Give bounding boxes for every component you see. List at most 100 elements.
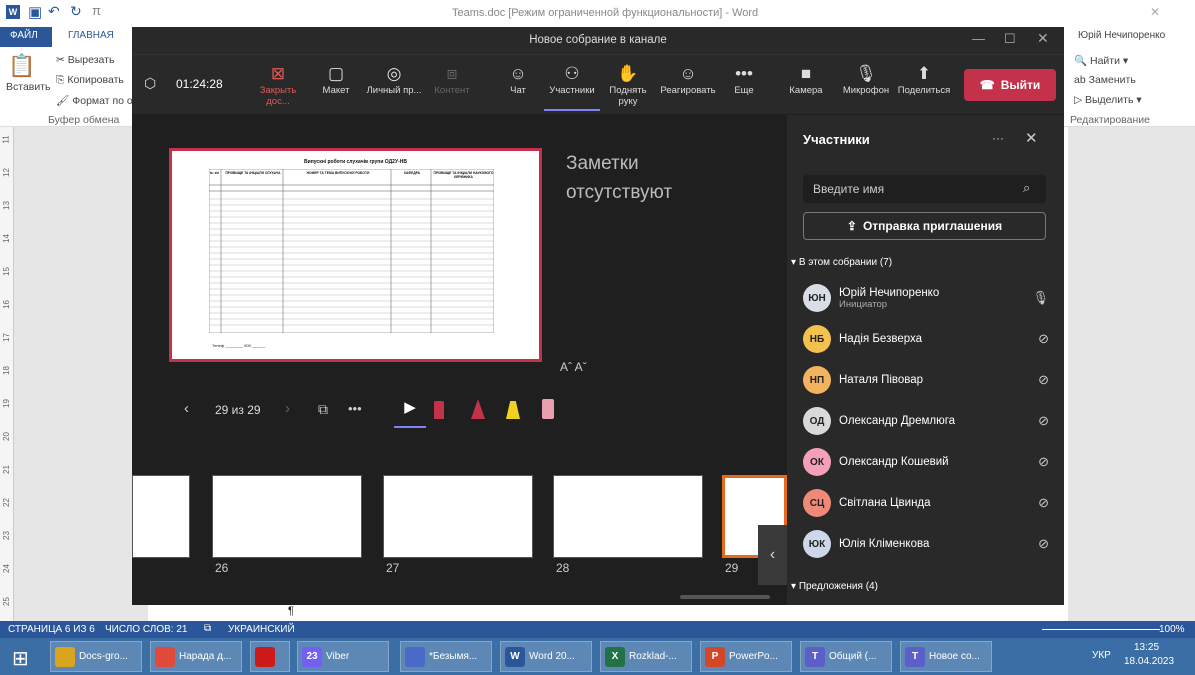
app-icon [155,646,175,667]
suggestions-header[interactable]: ▾ Предложения (4) [791,581,878,592]
save-icon[interactable]: ▣ [28,3,42,21]
taskbar-item[interactable]: W Word 20... [500,641,592,672]
toolbar-button-6[interactable]: ✋ Поднять руку [600,63,656,107]
clock-date[interactable]: 18.04.2023 [1124,656,1174,667]
slide-thumbnail[interactable] [383,475,533,558]
participant-row[interactable]: ЮН Юрій Нечипоренко Инициатор 🎙 [803,281,1053,315]
taskbar-label: Новое со... [929,651,980,662]
toolbar-button-3[interactable]: ⧈ Контент [424,63,480,96]
equation-icon[interactable]: π [92,3,101,18]
taskbar-item[interactable]: Docs-gro... [50,641,142,672]
paste-icon[interactable]: 📋 [8,53,35,79]
thumbnail-scrollbar[interactable] [680,595,770,599]
tab-file[interactable]: ФАЙЛ [10,30,38,41]
start-icon[interactable]: ⊞ [12,646,29,671]
app-icon [405,646,425,667]
toolbar-button-1[interactable]: ▢ Макет [308,63,364,96]
grid-view-icon[interactable]: ⧉ [318,401,328,418]
participant-row[interactable]: ОК Олександр Кошевий ⊘ [803,445,1053,479]
app-icon: W [505,646,525,667]
zoom-level[interactable]: 100% [1159,624,1185,635]
window-controls[interactable]: ✕ [1150,5,1160,19]
app-icon [55,646,75,667]
toolbar-button-5[interactable]: ⚇ Участники [544,63,600,111]
close-icon[interactable]: ✕ [1037,30,1049,47]
toolbar-button-2[interactable]: ◎ Личный пр... [366,63,422,96]
toolbar-label: Личный пр... [366,85,422,96]
highlighter-icon[interactable] [506,401,520,419]
cut-button[interactable]: ✂ Вырезать [56,54,114,66]
taskbar-item[interactable]: T Новое со... [900,641,992,672]
participant-row[interactable]: НБ Надія Безверха ⊘ [803,322,1053,356]
replace-button[interactable]: ab Заменить [1074,74,1136,86]
leave-button[interactable]: ☎ Выйти [964,69,1056,101]
search-input[interactable]: Введите имя ⌕ [803,175,1046,203]
participant-row[interactable]: ЮК Юлія Кліменкова ⊘ [803,527,1053,561]
proofing-icon[interactable]: ⧉ [204,623,211,634]
find-button[interactable]: 🔍 Найти ▾ [1074,54,1128,67]
toolbar-label: Макет [322,85,350,96]
pointer-tool-icon[interactable]: ▶ [394,398,426,428]
toolbar-button-9[interactable]: ■ Камера [778,63,834,96]
slide-thumbnail[interactable] [212,475,362,558]
zoom-slider[interactable] [1042,629,1160,630]
minimize-icon[interactable]: — [972,31,985,46]
toolbar-button-0[interactable]: ⊠ Закрыть дос... [250,63,306,107]
avatar: НБ [803,325,831,353]
send-invite-button[interactable]: ⇪ Отправка приглашения [803,212,1046,240]
toolbar-button-7[interactable]: ☺ Реагировать [660,63,716,96]
copy-button[interactable]: ⎘ Копировать [56,74,124,87]
font-size-controls[interactable]: Aˆ Aˇ [560,360,587,374]
eraser-icon[interactable] [542,399,554,419]
toolbar-label: Поделиться [897,85,951,96]
slide-thumbnail-partial[interactable] [132,475,190,558]
page-count[interactable]: СТРАНИЦА 6 ИЗ 6 [8,624,95,635]
user-name[interactable]: Юрій Нечипоренко [1078,30,1165,41]
taskbar-item[interactable]: X Rozklad-... [600,641,692,672]
thumbnail-number: 29 [725,561,739,575]
taskbar-item[interactable] [250,641,290,672]
toolbar-button-8[interactable]: ••• Еще [716,63,772,96]
language[interactable]: УКРАИНСКИЙ [228,624,295,635]
app-icon: 23 [302,646,322,667]
panel-more-icon[interactable]: ··· [992,131,1004,145]
redo-icon[interactable]: ↻ [70,3,82,20]
clock-time[interactable]: 13:25 [1134,642,1159,653]
slide-thumbnail[interactable] [553,475,703,558]
pilcrow: ¶ [288,605,294,617]
toolbar-icon: ☺ [509,64,527,83]
participant-row[interactable]: СЦ Світлана Цвинда ⊘ [803,486,1053,520]
next-slide-icon[interactable]: › [285,400,290,417]
in-meeting-header[interactable]: ▾ В этом собрании (7) [791,257,892,268]
taskbar-item[interactable]: T Общий (... [800,641,892,672]
select-button[interactable]: ▷ Выделить ▾ [1074,94,1142,106]
toolbar-icon: ✋ [617,64,639,83]
participant-row[interactable]: ОД Олександр Дремлюга ⊘ [803,404,1053,438]
thumbnail-number: 26 [215,561,229,575]
format-painter-button[interactable]: 🖌 Формат по о [56,94,133,107]
toolbar-button-10[interactable]: 🎙 Микрофон [838,63,894,96]
word-count[interactable]: ЧИСЛО СЛОВ: 21 [105,624,187,635]
keyboard-language[interactable]: УКР [1092,650,1111,661]
undo-icon[interactable]: ↶ [48,3,60,20]
clipboard-group-label: Буфер обмена [48,114,120,126]
more-options-icon[interactable]: ••• [348,401,362,416]
toolbar-button-4[interactable]: ☺ Чат [490,63,546,96]
current-slide[interactable]: Випускні роботи слухачів групи ОД2У-НВ №… [169,148,542,362]
tab-home[interactable]: ГЛАВНАЯ [68,30,114,41]
taskbar-item[interactable]: P PowerPo... [700,641,792,672]
taskbar-item[interactable]: Нарада д... [150,641,242,672]
pen-icon[interactable] [471,399,485,419]
scroll-thumbnails-left-icon[interactable]: ‹ [758,525,787,585]
participant-name: Олександр Кошевий [839,456,949,468]
maximize-icon[interactable]: ☐ [1004,31,1016,47]
participant-row[interactable]: НП Наталя Півовар ⊘ [803,363,1053,397]
taskbar-item[interactable]: 23 Viber [297,641,389,672]
laser-pointer-icon[interactable] [434,401,444,419]
panel-close-icon[interactable]: ✕ [1025,129,1038,147]
taskbar-item[interactable]: *Безымя... [400,641,492,672]
toolbar-button-11[interactable]: ⬆ Поделиться [896,63,952,96]
prev-slide-icon[interactable]: ‹ [184,400,189,417]
toolbar-icon: ⊠ [270,64,286,83]
paste-label[interactable]: Вставить [6,81,51,93]
